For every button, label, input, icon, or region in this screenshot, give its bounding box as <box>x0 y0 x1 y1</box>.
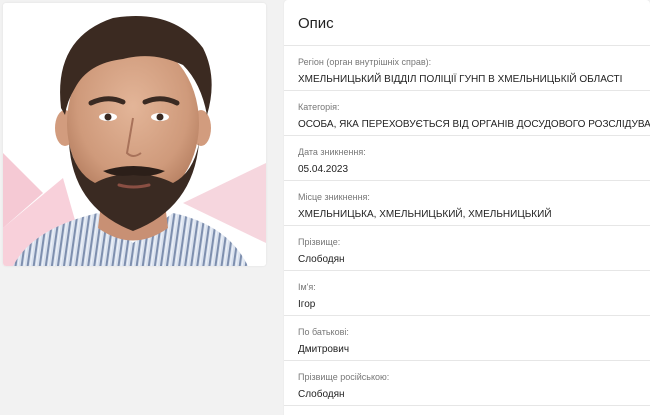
field-value: ХМЕЛЬНИЦЬКИЙ ВІДДІЛ ПОЛІЦІЇ ГУНП В ХМЕЛЬ… <box>298 74 623 85</box>
person-photo-icon <box>3 3 266 266</box>
field-label: Місце зникнення: <box>298 192 370 202</box>
field-value: ХМЕЛЬНИЦЬКА, ХМЕЛЬНИЦЬКИЙ, ХМЕЛЬНИЦЬКИЙ <box>298 209 552 220</box>
field-value: Ігор <box>298 299 316 310</box>
field-label: Категорія: <box>298 102 340 112</box>
field-disappearance-place: Місце зникнення: ХМЕЛЬНИЦЬКА, ХМЕЛЬНИЦЬК… <box>284 181 650 226</box>
field-label: Регіон (орган внутрішніх справ): <box>298 57 432 67</box>
field-value: Слободян <box>298 389 345 400</box>
field-label: Ім'я: <box>298 282 316 292</box>
field-value: ОСОБА, ЯКА ПЕРЕХОВУЄТЬСЯ ВІД ОРГАНІВ ДОС… <box>298 119 650 130</box>
field-surname-russian: Прізвище російською: Слободян <box>284 361 650 406</box>
field-value: 05.04.2023 <box>298 164 349 175</box>
description-panel: Опис Регіон (орган внутрішніх справ): ХМ… <box>284 0 650 415</box>
description-title: Опис <box>284 0 650 46</box>
field-region: Регіон (орган внутрішніх справ): ХМЕЛЬНИ… <box>284 46 650 91</box>
person-profile-page: Опис Регіон (орган внутрішніх справ): ХМ… <box>0 0 650 415</box>
person-photo <box>3 3 266 266</box>
field-patronymic: По батькові: Дмитрович <box>284 316 650 361</box>
field-first-name: Ім'я: Ігор <box>284 271 650 316</box>
field-value: Дмитрович <box>298 344 350 355</box>
field-category: Категорія: ОСОБА, ЯКА ПЕРЕХОВУЄТЬСЯ ВІД … <box>284 91 650 136</box>
field-label: По батькові: <box>298 327 349 337</box>
field-label: Прізвище: <box>298 237 341 247</box>
field-label: Прізвище російською: <box>298 372 390 382</box>
field-disappearance-date: Дата зникнення: 05.04.2023 <box>284 136 650 181</box>
field-value: Слободян <box>298 254 345 265</box>
field-surname: Прізвище: Слободян <box>284 226 650 271</box>
field-label: Дата зникнення: <box>298 147 366 157</box>
